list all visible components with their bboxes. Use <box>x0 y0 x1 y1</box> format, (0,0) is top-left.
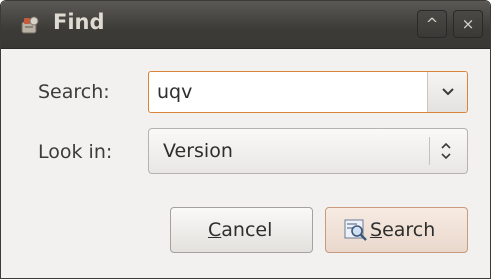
search-input[interactable]: uqv <box>157 81 192 103</box>
find-dialog: Find ^ × Search: uqv Look in: Version Ca… <box>0 0 491 279</box>
select-separator <box>429 137 430 165</box>
search-dropdown-button[interactable] <box>427 72 467 112</box>
cancel-button[interactable]: Cancel <box>170 207 313 253</box>
up-down-arrows-icon <box>440 141 452 165</box>
close-button[interactable]: × <box>453 10 483 38</box>
search-button[interactable]: Search <box>325 207 468 253</box>
window-title: Find <box>53 10 105 34</box>
look-in-value: Version <box>163 140 233 162</box>
title-bar[interactable]: Find ^ × <box>1 1 490 49</box>
search-label: Search: <box>38 81 110 103</box>
search-button-label: Search <box>370 219 436 241</box>
cancel-button-label: Cancel <box>208 219 273 241</box>
maximize-button[interactable]: ^ <box>417 10 447 38</box>
magnifier-icon <box>344 219 368 246</box>
look-in-select[interactable]: Version <box>148 128 468 174</box>
find-app-icon <box>19 14 41 36</box>
look-in-label: Look in: <box>38 141 113 163</box>
search-combo[interactable]: uqv <box>148 71 468 113</box>
